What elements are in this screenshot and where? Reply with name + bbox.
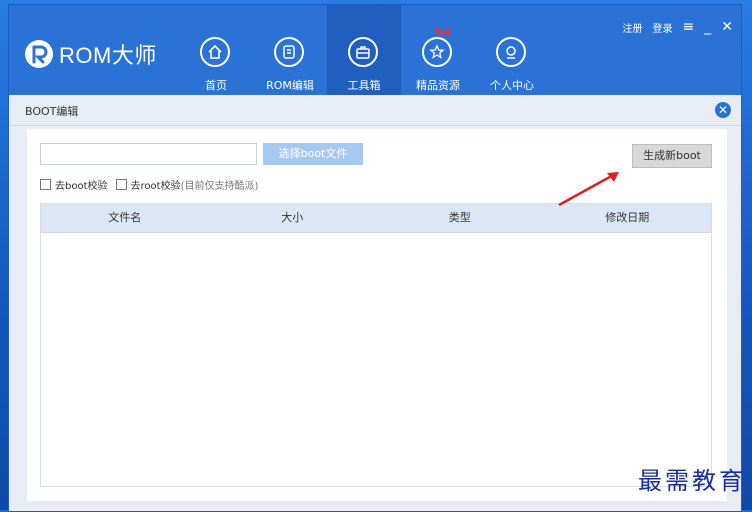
check-boot-label: 去boot校验 <box>55 181 108 192</box>
nav-label: 首页 <box>205 79 227 92</box>
close-icon[interactable]: ✕ <box>721 19 733 35</box>
nav-label: ROM编辑 <box>266 79 314 92</box>
check-boot-option[interactable]: 去boot校验 <box>40 177 108 192</box>
select-boot-button[interactable]: 选择boot文件 <box>263 143 363 165</box>
checkbox[interactable] <box>115 179 127 190</box>
column-header-size[interactable]: 大小 <box>209 204 377 232</box>
checkbox[interactable] <box>40 179 51 190</box>
watermark-text: 最需教育 <box>638 467 746 495</box>
login-link[interactable]: 登录 <box>653 20 673 35</box>
window-controls: 注册 登录 ≡ _ ✕ <box>623 19 733 35</box>
nav-item-rom-edit[interactable]: ROM编辑 <box>253 5 327 95</box>
boot-path-input[interactable] <box>40 143 257 165</box>
app-window: ROM大师 首页 ROM编辑 工具箱 hot 精品资源 个人中心 注册 登录 ≡… <box>8 4 742 512</box>
logo-text: ROM大师 <box>59 43 157 68</box>
user-icon <box>496 37 526 67</box>
title-bar: ROM大师 首页 ROM编辑 工具箱 hot 精品资源 个人中心 注册 登录 ≡… <box>9 5 741 95</box>
nav-label: 个人中心 <box>490 79 534 92</box>
column-header-name[interactable]: 文件名 <box>41 204 209 232</box>
nav-label: 精品资源 <box>416 79 460 92</box>
generate-boot-button[interactable]: 生成新boot <box>632 144 712 168</box>
nav-item-toolbox[interactable]: 工具箱 <box>327 5 401 95</box>
nav-item-premium[interactable]: hot 精品资源 <box>401 5 475 95</box>
nav-item-profile[interactable]: 个人中心 <box>475 5 549 95</box>
home-icon <box>200 37 230 67</box>
main-nav: 首页 ROM编辑 工具箱 hot 精品资源 个人中心 <box>179 5 549 95</box>
nav-item-home[interactable]: 首页 <box>179 5 253 95</box>
register-link[interactable]: 注册 <box>623 20 643 35</box>
sub-header: BOOT编辑 ✕ <box>9 95 741 126</box>
nav-label: 工具箱 <box>347 79 381 92</box>
logo-mark-icon <box>25 40 53 68</box>
minimize-icon[interactable]: _ <box>704 19 711 35</box>
check-root-label: 去root校验 <box>130 181 181 192</box>
file-table: 文件名 大小 类型 修改日期 <box>40 203 712 487</box>
star-icon <box>422 37 452 67</box>
menu-icon[interactable]: ≡ <box>683 19 695 35</box>
panel-close-icon[interactable]: ✕ <box>715 102 731 118</box>
check-root-option[interactable]: 去root校验 (目前仅支持酷派) <box>115 177 259 192</box>
page-title: BOOT编辑 <box>25 105 79 118</box>
app-logo: ROM大师 <box>25 37 157 71</box>
check-root-note: (目前仅支持酷派) <box>180 181 259 192</box>
toolbox-icon <box>348 37 378 67</box>
column-header-type[interactable]: 类型 <box>376 204 544 232</box>
annotation-arrow-icon <box>558 171 619 207</box>
options-row: 去boot校验 去root校验 (目前仅支持酷派) <box>40 177 266 192</box>
rom-edit-icon <box>274 37 304 67</box>
